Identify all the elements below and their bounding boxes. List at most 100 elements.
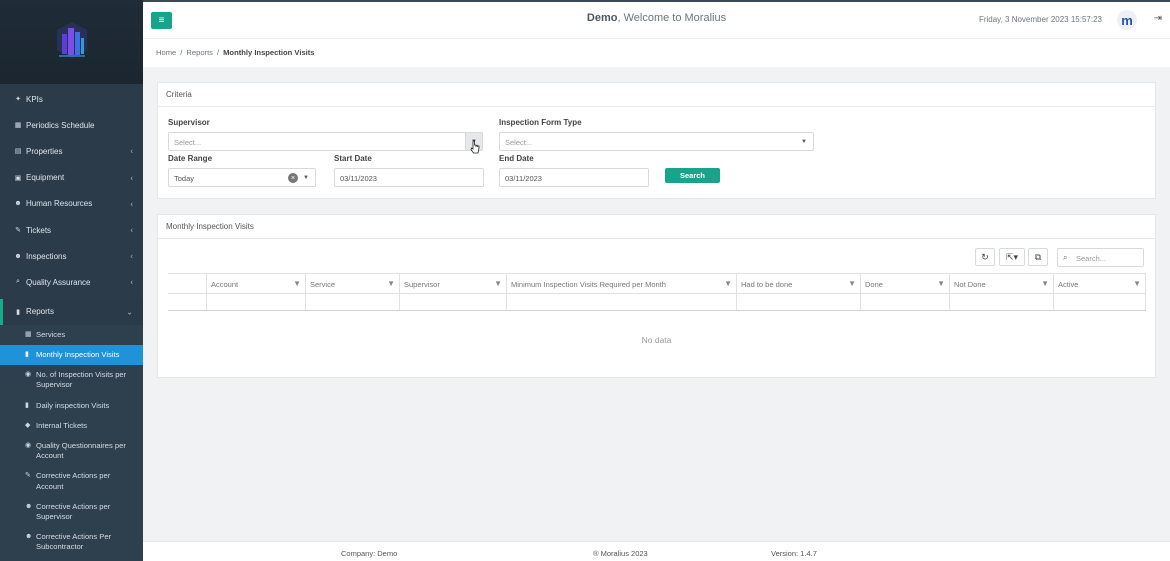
breadcrumb-home[interactable]: Home: [156, 48, 176, 57]
submenu-item-qr-code-hits[interactable]: ▦QR Code Hits: [0, 558, 143, 561]
submenu-item-icon: ◉: [25, 441, 32, 449]
submenu-item-no-of-inspection-visits-per-supervisor[interactable]: ◉ No. of Inspection Visits per Supervisor: [0, 365, 143, 395]
column-header[interactable]: Minimum Inspection Visits Required per M…: [507, 274, 737, 293]
column-chooser-button[interactable]: ⧉: [1028, 248, 1048, 266]
sidebar-item-inspections[interactable]: ☻ Inspections ‹: [0, 243, 143, 269]
breadcrumb-reports[interactable]: Reports: [186, 48, 213, 57]
filter-cell[interactable]: [400, 294, 507, 310]
submenu-item-quality-questionnaires-per-account[interactable]: ◉ Quality Questionnaires per Account: [0, 436, 143, 466]
user-name: Demo: [586, 12, 618, 24]
submenu-item-corrective-actions-per-supervisor[interactable]: ☻ Corrective Actions per Supervisor: [0, 497, 143, 527]
filter-cell[interactable]: [737, 294, 861, 310]
no-data-message: No data: [641, 335, 672, 345]
sidebar-item-label: KPIs: [26, 94, 43, 104]
sidebar-item-label: Inspections: [26, 251, 67, 261]
chevron-down-icon: ▼: [303, 175, 309, 181]
sidebar-item-kpis[interactable]: ✦ KPIs: [0, 86, 143, 112]
sidebar-nav: ✦ KPIs ▦ Periodics Schedule ▤ Properties ‹ ▣ Equ…: [0, 84, 143, 296]
grid-search-input[interactable]: ⌕ Search...: [1057, 248, 1144, 267]
brand-avatar[interactable]: m: [1117, 10, 1137, 30]
equipment-icon: ▣: [14, 174, 22, 182]
chevron-left-icon: ‹: [130, 173, 133, 183]
filter-cell[interactable]: [207, 294, 306, 310]
refresh-icon: ↻: [981, 251, 989, 262]
date-range-value: Today: [174, 174, 195, 183]
report-icon: ▮: [16, 308, 20, 316]
sidebar-item-properties[interactable]: ▤ Properties ‹: [0, 138, 143, 164]
column-header[interactable]: Service ▼: [306, 274, 400, 293]
users-icon: ☻: [14, 200, 22, 208]
submenu-item-corrective-actions-per-account[interactable]: ✎ Corrective Actions per Account: [0, 466, 143, 496]
filter-cell[interactable]: [507, 294, 737, 310]
column-header[interactable]: Supervisor ▼: [400, 274, 507, 293]
filter-cell[interactable]: [861, 294, 950, 310]
footer-company: Company: Demo: [341, 549, 398, 558]
submenu-item-monthly-inspection-visits[interactable]: ▮ Monthly Inspection Visits: [0, 344, 143, 366]
clear-icon[interactable]: ×: [288, 173, 298, 183]
submenu-item-internal-tickets[interactable]: ◆ Internal Tickets: [0, 416, 143, 436]
start-date-input[interactable]: 03/11/2023: [334, 168, 484, 187]
column-header[interactable]: Had to be done ▼: [737, 274, 861, 293]
submenu-item-label: Services: [36, 329, 66, 339]
logo-area: [0, 0, 143, 84]
submenu-item-icon: ☻: [25, 502, 33, 510]
filter-icon[interactable]: ▼: [937, 279, 945, 288]
filter-icon[interactable]: ▼: [1133, 279, 1141, 288]
results-title: Monthly Inspection Visits: [158, 215, 1155, 239]
chevron-down-icon: ⌄: [126, 307, 133, 317]
results-panel: Monthly Inspection Visits ↻ ⇱▾ ⧉ ⌕ Searc…: [157, 214, 1156, 378]
sidebar-item-periodics-schedule[interactable]: ▦ Periodics Schedule: [0, 112, 143, 138]
column-header[interactable]: Account ▼: [207, 274, 306, 293]
filter-cell[interactable]: [950, 294, 1054, 310]
chevron-left-icon: ‹: [130, 146, 133, 156]
sidebar-item-tickets[interactable]: ✎ Tickets ‹: [0, 217, 143, 243]
supervisor-select[interactable]: Select... ▼: [168, 132, 483, 151]
column-header-label: Had to be done: [741, 280, 793, 289]
inspection-form-type-select[interactable]: Select... ▼: [499, 132, 814, 151]
column-header[interactable]: [168, 274, 207, 293]
calendar-icon: ▦: [14, 122, 22, 130]
filter-icon[interactable]: ▼: [1041, 279, 1049, 288]
export-button[interactable]: ⇱▾: [999, 248, 1025, 266]
submenu-item-daily-inspection-visits[interactable]: ▮ Daily inspection Visits: [0, 396, 143, 416]
end-date-input[interactable]: 03/11/2023: [499, 168, 649, 187]
sidebar-item-reports[interactable]: ▮ Reports ⌄: [0, 298, 143, 325]
column-header[interactable]: Not Done ▼: [950, 274, 1054, 293]
supervisor-label: Supervisor: [168, 118, 210, 127]
moralius-logo[interactable]: [53, 20, 91, 64]
mouse-cursor-icon: [470, 140, 480, 154]
filter-icon[interactable]: ▼: [293, 279, 301, 288]
reports-submenu: ▦ Services ▮ Monthly Inspection Visits ◉ No. …: [0, 324, 143, 561]
sidebar-item-human-resources[interactable]: ☻ Human Resources ‹: [0, 191, 143, 217]
date-range-select[interactable]: Today × ▼: [168, 168, 316, 187]
breadcrumb-current: Monthly Inspection Visits: [223, 48, 315, 57]
grid-filter-row: [168, 294, 1146, 311]
logout-icon[interactable]: ⇥: [1154, 13, 1162, 24]
column-header[interactable]: Active ▼: [1054, 274, 1146, 293]
chevron-left-icon: ‹: [130, 225, 133, 235]
submenu-item-icon: ☻: [25, 533, 33, 541]
breadcrumb: Home / Reports / Monthly Inspection Visits: [143, 38, 1170, 67]
column-header-label: Account: [211, 280, 239, 289]
filter-icon[interactable]: ▼: [724, 279, 732, 288]
submenu-item-label: Corrective Actions per Supervisor: [36, 501, 111, 521]
footer-version: Version: 1.4.7: [771, 549, 817, 558]
filter-icon[interactable]: ▼: [848, 279, 856, 288]
filter-cell[interactable]: [306, 294, 400, 310]
filter-icon[interactable]: ▼: [494, 279, 502, 288]
start-date-value: 03/11/2023: [340, 174, 377, 183]
brand-letter: m: [1121, 12, 1133, 28]
end-date-value: 03/11/2023: [505, 174, 542, 183]
submenu-item-corrective-actions-per-subcontractor[interactable]: ☻ Corrective Actions Per Subcontractor: [0, 527, 143, 557]
sidebar-item-label: Quality Assurance: [26, 277, 91, 287]
refresh-button[interactable]: ↻: [975, 248, 995, 266]
filter-icon[interactable]: ▼: [387, 279, 395, 288]
filter-cell[interactable]: [1054, 294, 1146, 310]
submenu-item-services[interactable]: ▦ Services: [0, 325, 143, 345]
column-header-label: Service: [310, 280, 336, 289]
search-button[interactable]: Search: [665, 168, 720, 183]
column-header[interactable]: Done ▼: [861, 274, 950, 293]
sidebar-item-quality-assurance[interactable]: ⌕ Quality Assurance ‹: [0, 269, 143, 295]
sidebar-item-equipment[interactable]: ▣ Equipment ‹: [0, 165, 143, 191]
filter-cell: [168, 294, 207, 310]
